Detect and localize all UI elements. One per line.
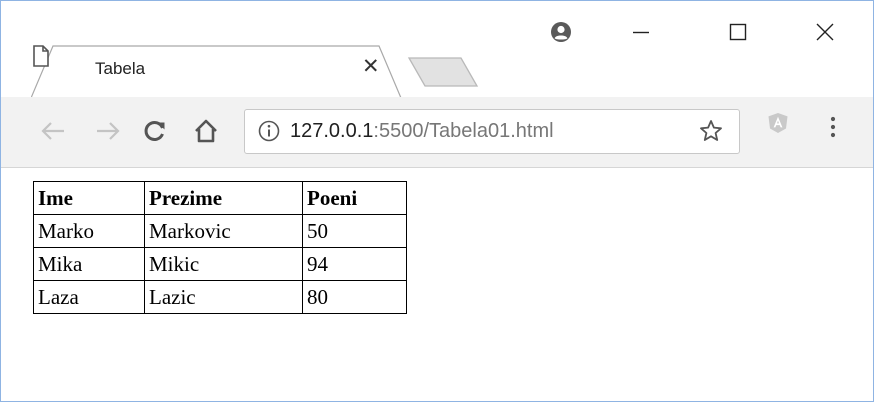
table-cell: Markovic	[144, 214, 303, 248]
page-icon	[33, 45, 49, 67]
browser-tab[interactable]: Tabela ✕	[31, 45, 403, 98]
url-path: :5500/Tabela01.html	[373, 120, 554, 142]
new-tab-button[interactable]	[407, 56, 479, 88]
table-row: Mika Mikic 94	[33, 247, 407, 281]
window-close-button[interactable]	[802, 15, 848, 49]
column-header: Ime	[33, 181, 145, 215]
reload-icon[interactable]	[141, 117, 169, 145]
table-cell: Mika	[33, 247, 145, 281]
browser-toolbar: 127.0.0.1:5500/Tabela01.html	[1, 97, 873, 168]
column-header: Prezime	[144, 181, 303, 215]
page-content: Ime Prezime Poeni Marko Markovic 50 Mika…	[1, 168, 873, 401]
info-icon[interactable]	[258, 120, 280, 142]
minimize-button[interactable]	[618, 15, 664, 49]
table-cell: Lazic	[144, 280, 303, 314]
forward-arrow-icon[interactable]	[94, 117, 122, 145]
table-cell: 80	[302, 280, 407, 314]
table-cell: 50	[302, 214, 407, 248]
address-bar[interactable]: 127.0.0.1:5500/Tabela01.html	[244, 109, 740, 154]
back-arrow-icon[interactable]	[39, 117, 67, 145]
angular-extension-icon[interactable]	[767, 112, 789, 134]
table-cell: Mikic	[144, 247, 303, 281]
table-cell: Marko	[33, 214, 145, 248]
browser-window: Tabela ✕ 127.0.0.1:5500/Tabela01.html Im…	[0, 0, 874, 402]
kebab-menu-icon[interactable]	[827, 115, 839, 139]
star-icon[interactable]	[699, 119, 723, 143]
table-row: Marko Markovic 50	[33, 214, 407, 248]
url-host: 127.0.0.1	[290, 120, 374, 142]
account-icon[interactable]	[550, 21, 572, 43]
home-icon[interactable]	[192, 117, 220, 145]
table-cell: 94	[302, 247, 407, 281]
title-bar: Tabela ✕	[1, 1, 873, 98]
column-header: Poeni	[302, 181, 407, 215]
maximize-button[interactable]	[715, 15, 761, 49]
tab-title: Tabela	[95, 59, 146, 78]
points-table: Ime Prezime Poeni Marko Markovic 50 Mika…	[33, 181, 407, 314]
table-row: Laza Lazic 80	[33, 280, 407, 314]
table-cell: Laza	[33, 280, 145, 314]
tab-close-icon[interactable]: ✕	[362, 56, 380, 78]
table-header-row: Ime Prezime Poeni	[33, 181, 407, 215]
url-text[interactable]: 127.0.0.1:5500/Tabela01.html	[290, 120, 554, 143]
